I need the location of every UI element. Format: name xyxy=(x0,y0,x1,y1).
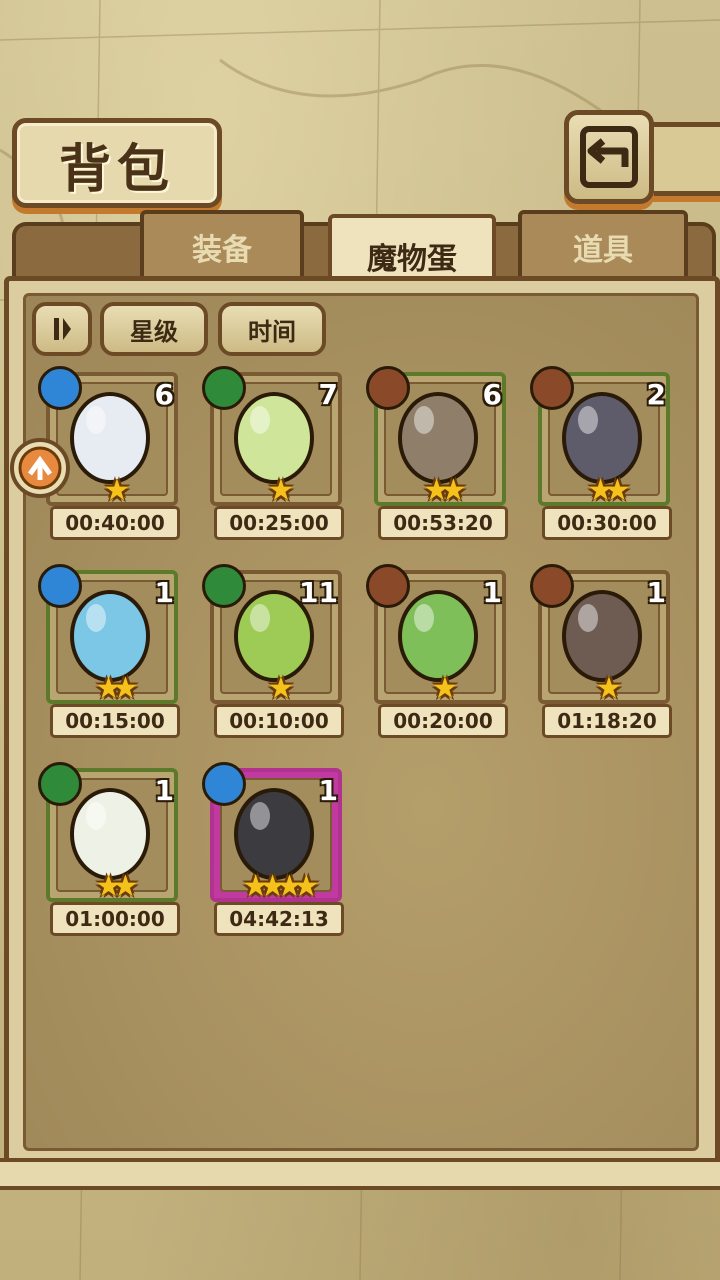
back-button[interactable] xyxy=(564,110,654,204)
grass-element-icon xyxy=(202,564,246,608)
star-rating: ★★ xyxy=(423,473,467,508)
hatch-timer: 01:18:20 xyxy=(542,704,672,738)
sort-by-time-button[interactable]: 时间 xyxy=(218,302,326,356)
water-element-icon xyxy=(38,366,82,410)
hatch-timer: 00:15:00 xyxy=(50,704,180,738)
star-rating: ★ xyxy=(267,671,295,706)
egg-count: 2 xyxy=(646,378,666,411)
egg-card[interactable]: 6 ★★ 00:53:20 xyxy=(366,366,508,540)
water-element-icon xyxy=(202,762,246,806)
earth-element-icon xyxy=(530,366,574,410)
tab-equipment[interactable]: 装备 xyxy=(140,210,304,284)
egg-count: 6 xyxy=(154,378,174,411)
grass-element-icon xyxy=(38,762,82,806)
pause-sort-icon xyxy=(54,318,71,340)
sort-by-stars-button[interactable]: 星级 xyxy=(100,302,208,356)
title-plate: 背包 xyxy=(12,118,222,208)
tab-items-label: 道具 xyxy=(573,233,633,268)
egg-card[interactable]: 11 ★ 00:10:00 xyxy=(202,564,344,738)
egg-count: 1 xyxy=(318,774,338,807)
egg-count: 6 xyxy=(482,378,502,411)
star-rating: ★★ xyxy=(95,869,139,904)
egg-count: 7 xyxy=(318,378,338,411)
egg-card[interactable]: 1 ★ 01:18:20 xyxy=(530,564,672,738)
bottom-bar xyxy=(0,1158,720,1190)
hatch-timer: 00:10:00 xyxy=(214,704,344,738)
sort-by-stars-label: 星级 xyxy=(130,317,178,346)
earth-element-icon xyxy=(530,564,574,608)
star-rating: ★★ xyxy=(587,473,631,508)
grass-element-icon xyxy=(202,366,246,410)
page-title: 背包 xyxy=(58,140,175,200)
star-rating: ★★ xyxy=(95,671,139,706)
tab-monster-eggs-label: 魔物蛋 xyxy=(367,242,457,277)
hatch-timer: 04:42:13 xyxy=(214,902,344,936)
back-arrow-icon xyxy=(580,126,638,188)
egg-card[interactable]: 2 ★★ 00:30:00 xyxy=(530,366,672,540)
earth-element-icon xyxy=(366,366,410,410)
hatch-timer: 00:40:00 xyxy=(50,506,180,540)
egg-card[interactable]: 1 ★★ 01:00:00 xyxy=(38,762,180,936)
egg-count: 11 xyxy=(299,576,338,609)
tab-equipment-label: 装备 xyxy=(192,233,252,268)
star-rating: ★ xyxy=(267,473,295,508)
water-element-icon xyxy=(38,564,82,608)
sort-order-toggle[interactable] xyxy=(32,302,92,356)
hatch-timer: 00:25:00 xyxy=(214,506,344,540)
egg-count: 1 xyxy=(482,576,502,609)
star-rating: ★ xyxy=(431,671,459,706)
star-rating: ★★★★ xyxy=(242,869,320,904)
hatch-timer: 00:53:20 xyxy=(378,506,508,540)
egg-count: 1 xyxy=(646,576,666,609)
egg-card[interactable]: 1 ★ 00:20:00 xyxy=(366,564,508,738)
hatch-timer: 00:30:00 xyxy=(542,506,672,540)
tab-items[interactable]: 道具 xyxy=(518,210,688,284)
egg-card[interactable]: 1 ★★★★ 04:42:13 xyxy=(202,762,344,936)
side-expand-button[interactable] xyxy=(10,438,70,498)
egg-count: 1 xyxy=(154,774,174,807)
egg-card[interactable]: 1 ★★ 00:15:00 xyxy=(38,564,180,738)
sort-by-time-label: 时间 xyxy=(248,317,296,346)
egg-card[interactable]: 7 ★ 00:25:00 xyxy=(202,366,344,540)
earth-element-icon xyxy=(366,564,410,608)
egg-count: 1 xyxy=(154,576,174,609)
hatch-timer: 00:20:00 xyxy=(378,704,508,738)
hatch-timer: 01:00:00 xyxy=(50,902,180,936)
star-rating: ★ xyxy=(595,671,623,706)
arrow-icon xyxy=(18,446,62,490)
